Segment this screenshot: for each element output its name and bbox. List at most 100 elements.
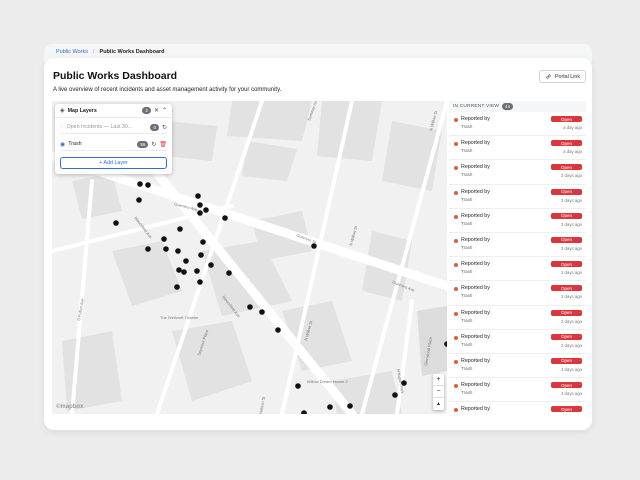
status-dot-icon [454, 142, 458, 147]
incident-list-item[interactable]: Reported by Trash Open 2 days ago [449, 209, 586, 233]
page-title: Public Works Dashboard [53, 70, 178, 82]
incident-list-title: IN CURRENT VIEW [453, 104, 500, 109]
incident-age: 2 days ago [560, 245, 582, 251]
trash-icon[interactable]: 🗑 [159, 141, 167, 148]
incident-reporter: Reported by [461, 406, 490, 413]
chevron-up-icon[interactable]: ⌃ [162, 107, 167, 114]
incident-list-item[interactable]: Reported by Trash Open a day ago [449, 136, 586, 161]
breadcrumb-link-public-works[interactable]: Public Works [56, 49, 88, 55]
map-view[interactable]: Guerrero Ave Guerrero St Bloomfield Ave … [52, 101, 447, 414]
zoom-controls: + − ▲ [433, 374, 444, 410]
incident-marker [226, 270, 232, 276]
layer-count-badge: 2 [142, 107, 151, 114]
street-label-nelson-st: Nelson St [258, 395, 266, 414]
map-layers-panel: ◈ Map Layers 2 ✕ ⌃ ◌ Open Incidents — La… [55, 104, 172, 174]
incident-list-item[interactable]: Reported by Trash Open 2 days ago [449, 257, 586, 282]
map-layers-title: Map Layers [67, 107, 97, 114]
incident-marker [197, 210, 203, 216]
link-icon [546, 74, 551, 79]
incident-age: 2 days ago [560, 294, 582, 300]
incident-list-item[interactable]: Reported byTrashOpen4 days ago [449, 402, 586, 414]
refresh-icon[interactable]: ↻ [151, 141, 156, 148]
status-badge: Open [551, 382, 582, 389]
status-badge: Open [551, 236, 582, 243]
eye-icon[interactable]: ◉ [60, 141, 65, 148]
incident-list-item[interactable]: Reported byTrashOpen4 days ago [449, 354, 586, 379]
incident-list-header: IN CURRENT VIEW 44 [449, 101, 586, 112]
status-dot-icon [454, 384, 458, 389]
layer-name: Trash [68, 141, 82, 147]
incident-list-item[interactable]: Reported by Trash Open a day ago [449, 112, 586, 137]
incident-marker [113, 220, 119, 226]
incident-list-item[interactable]: Reported by Trash Open 2 days ago [449, 330, 586, 354]
incident-list-item[interactable]: Reported by Trash Open 2 days ago [449, 160, 586, 185]
incident-list-item[interactable]: Reported by Trash Open 2 days ago [449, 281, 586, 306]
incident-marker [275, 327, 281, 333]
incident-marker [145, 182, 151, 188]
incident-category: Trash [461, 390, 473, 396]
compass-button[interactable]: ▲ [433, 398, 444, 410]
zoom-in-button[interactable]: + [433, 374, 444, 386]
layer-count: 55 [137, 140, 149, 148]
portal-link-button[interactable]: Portal Link [538, 70, 586, 83]
status-dot-icon [454, 238, 458, 243]
poi-label-willow-dream-house: Willow Dream House 2 [307, 379, 348, 384]
status-dot-icon [454, 287, 458, 292]
add-layer-button[interactable]: + Add Layer [60, 157, 167, 169]
incident-reporter: Reported by [461, 164, 490, 171]
incident-category: Trash [461, 220, 473, 226]
incident-age: 2 days ago [560, 221, 582, 227]
incident-marker [194, 268, 200, 274]
incident-reporter: Reported by [461, 188, 490, 195]
incident-list-item[interactable]: Reported byTrashOpen4 days ago [449, 378, 586, 403]
incident-list-panel: IN CURRENT VIEW 44 Reported by Trash Open a… [449, 101, 586, 414]
incident-marker [392, 392, 398, 398]
layer-count: 0 [150, 123, 159, 131]
incident-marker [181, 269, 187, 275]
incident-category: Trash [461, 196, 473, 202]
incident-category: Trash [461, 341, 473, 347]
incident-reporter: Reported by [461, 236, 490, 243]
street-label-n-willow-st-1: N Willow St [348, 224, 358, 246]
close-icon[interactable]: ✕ [154, 107, 159, 114]
incident-marker [247, 304, 253, 310]
incident-category: Trash [461, 293, 473, 299]
status-dot-icon [454, 263, 458, 268]
layer-row-open-incidents[interactable]: ◌ Open Incidents — Last 30... 0 ↻ [60, 121, 167, 134]
status-badge: Open [551, 116, 582, 122]
incident-age: 2 days ago [560, 197, 582, 203]
refresh-icon[interactable]: ↻ [162, 124, 167, 131]
incident-marker [175, 248, 181, 254]
incident-list-item[interactable]: Reported by Trash Open 2 days ago [449, 233, 586, 258]
incident-marker [177, 226, 183, 232]
eye-off-icon[interactable]: ◌ [60, 124, 64, 130]
zoom-out-button[interactable]: − [433, 386, 444, 398]
incident-marker [145, 246, 151, 252]
status-badge: Open [551, 285, 582, 292]
incident-marker [203, 207, 209, 213]
status-badge: Open [551, 309, 582, 316]
incident-age: 4 days ago [560, 391, 582, 397]
status-badge: Open [551, 261, 582, 268]
incident-age: 2 days ago [560, 270, 582, 276]
incident-age: 2 days ago [560, 173, 582, 179]
status-dot-icon [454, 359, 458, 364]
status-badge: Open [551, 164, 582, 171]
map-layers-header[interactable]: ◈ Map Layers 2 ✕ ⌃ [55, 104, 172, 118]
poi-label-wellcroft-theatre: The Wellcroft Theatre [160, 315, 199, 320]
incident-marker [137, 181, 143, 187]
incident-list-item[interactable]: Reported by Trash Open 2 days ago [449, 185, 586, 209]
status-badge: Open [551, 357, 582, 364]
incident-age: a day ago [563, 149, 582, 155]
incident-marker [174, 284, 180, 290]
layer-row-trash[interactable]: ◉ Trash 55 ↻ 🗑 [60, 138, 167, 151]
status-dot-icon [454, 118, 458, 122]
incident-marker [301, 410, 307, 414]
incident-age: a day ago [563, 125, 582, 130]
incident-marker [161, 236, 167, 242]
incident-marker [259, 309, 265, 315]
incident-category: Trash [461, 317, 473, 323]
incident-category: Trash [461, 244, 473, 250]
incident-list-item[interactable]: Reported by Trash Open 2 days ago [449, 306, 586, 330]
status-dot-icon [454, 166, 458, 171]
